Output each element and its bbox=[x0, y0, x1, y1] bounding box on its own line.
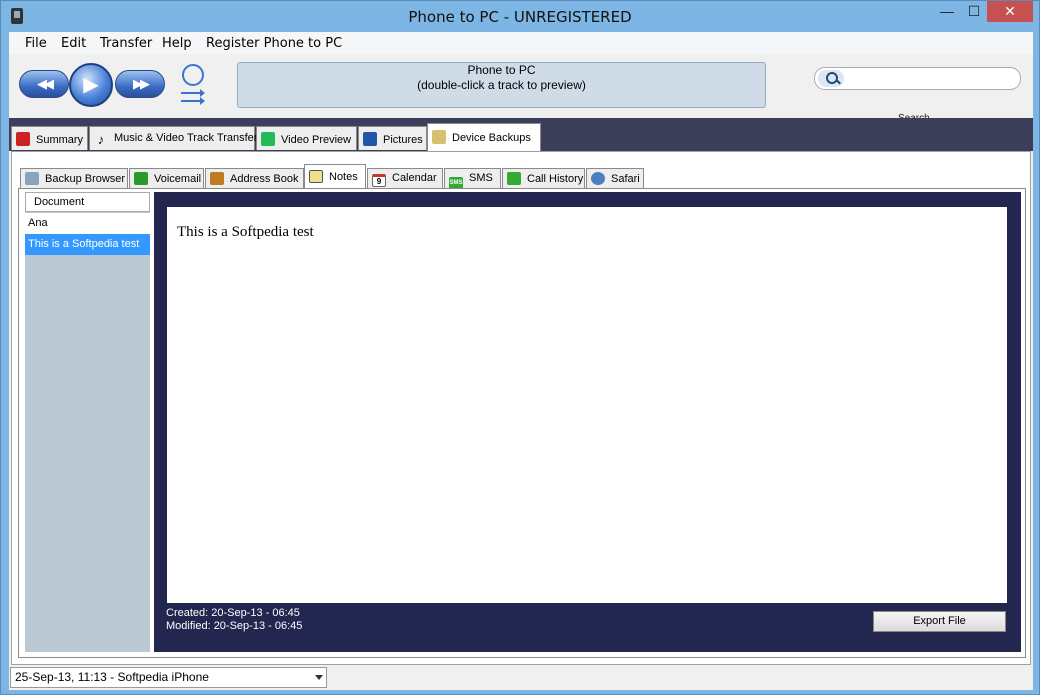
play-button[interactable]: ▶ bbox=[69, 63, 113, 107]
modified-date: Modified: 20-Sep-13 - 06:45 bbox=[166, 620, 303, 632]
film-icon bbox=[261, 132, 275, 146]
music-note-icon: ♪ bbox=[97, 132, 105, 147]
menu-help[interactable]: Help bbox=[162, 36, 192, 51]
tab-label: Voicemail bbox=[154, 173, 202, 185]
tab-sms[interactable]: SMS SMS bbox=[444, 168, 501, 190]
list-item-selected[interactable]: This is a Softpedia test bbox=[25, 234, 150, 255]
notes-list[interactable]: Document Ana This is a Softpedia test bbox=[25, 192, 150, 652]
voicemail-icon bbox=[134, 172, 148, 185]
summary-icon bbox=[16, 132, 30, 146]
tab-call-history[interactable]: Call History bbox=[502, 168, 585, 188]
tab-music-video-transfer[interactable]: ♪ Music & Video Track Transfer bbox=[89, 126, 258, 150]
tab-notes[interactable]: Notes bbox=[304, 164, 366, 188]
sub-tab-bar: Backup Browser Voicemail Address Book No… bbox=[18, 164, 1026, 190]
backup-folder-icon bbox=[432, 130, 446, 144]
minimize-button[interactable]: — bbox=[934, 1, 960, 22]
next-track-button[interactable]: ▶▶ bbox=[115, 70, 165, 98]
note-text: This is a Softpedia test bbox=[177, 224, 314, 240]
sync-icon[interactable] bbox=[181, 62, 205, 106]
note-content-area[interactable]: This is a Softpedia test bbox=[167, 207, 1007, 603]
tab-label: SMS bbox=[469, 172, 493, 184]
device-selector[interactable]: 25-Sep-13, 11:13 - Softpedia iPhone bbox=[10, 667, 327, 688]
created-date: Created: 20-Sep-13 - 06:45 bbox=[166, 607, 300, 619]
tab-label: Summary bbox=[36, 134, 84, 146]
status-bar: 25-Sep-13, 11:13 - Softpedia iPhone bbox=[9, 665, 1033, 690]
tab-label: Address Book bbox=[230, 173, 299, 185]
tab-label: Call History bbox=[527, 173, 584, 185]
tab-device-backups[interactable]: Device Backups bbox=[427, 123, 541, 151]
tab-calendar[interactable]: 9 Calendar bbox=[367, 168, 443, 188]
search-box[interactable] bbox=[814, 67, 1021, 90]
tab-safari[interactable]: Safari bbox=[586, 168, 644, 188]
main-tab-bar: Summary ♪ Music & Video Track Transfer Vi… bbox=[9, 118, 1033, 151]
tab-label: Calendar bbox=[392, 172, 437, 184]
display-title: Phone to PC bbox=[467, 63, 536, 77]
tab-label: Pictures bbox=[383, 134, 423, 146]
tab-label: Music & Video Track Transfer bbox=[114, 132, 258, 144]
tab-pictures[interactable]: Pictures bbox=[358, 126, 427, 150]
tab-label: Backup Browser bbox=[45, 173, 126, 185]
phone-icon bbox=[507, 172, 521, 185]
chevron-down-icon[interactable] bbox=[315, 675, 323, 680]
tab-label: Safari bbox=[611, 173, 640, 185]
document-column-header[interactable]: Document bbox=[25, 192, 150, 212]
tab-voicemail[interactable]: Voicemail bbox=[129, 168, 204, 188]
app-window: Phone to PC - UNREGISTERED — ☐ ✕ File Ed… bbox=[0, 0, 1040, 695]
address-book-icon bbox=[210, 172, 224, 185]
display-hint: (double-click a track to preview) bbox=[417, 78, 586, 92]
close-button[interactable]: ✕ bbox=[987, 1, 1033, 22]
note-viewer: This is a Softpedia test Created: 20-Sep… bbox=[154, 192, 1021, 652]
window-title: Phone to PC - UNREGISTERED bbox=[408, 8, 632, 26]
sync-arrow-bottom bbox=[181, 97, 205, 105]
tab-address-book[interactable]: Address Book bbox=[205, 168, 304, 188]
tab-label: Video Preview bbox=[281, 134, 352, 146]
transport-controls: ◀◀ ▶▶ ▶ bbox=[19, 63, 167, 107]
sync-arrow-top bbox=[181, 89, 205, 97]
tab-label: Notes bbox=[329, 171, 358, 183]
menu-transfer[interactable]: Transfer bbox=[100, 36, 152, 51]
title-bar[interactable]: Phone to PC - UNREGISTERED — ☐ ✕ bbox=[1, 1, 1039, 32]
pictures-icon bbox=[363, 132, 377, 146]
note-metadata: Created: 20-Sep-13 - 06:45 Modified: 20-… bbox=[166, 607, 302, 633]
folder-icon bbox=[25, 172, 39, 185]
notes-icon bbox=[309, 170, 323, 183]
sync-circle bbox=[182, 64, 204, 86]
menu-bar: File Edit Transfer Help Register Phone t… bbox=[9, 32, 1033, 54]
device-selector-value: 25-Sep-13, 11:13 - Softpedia iPhone bbox=[15, 670, 209, 684]
search-icon[interactable] bbox=[818, 70, 844, 87]
toolbar: ◀◀ ▶▶ ▶ Phone to PC (double-click a trac… bbox=[9, 54, 1033, 124]
menu-edit[interactable]: Edit bbox=[61, 36, 86, 51]
menu-register[interactable]: Register Phone to PC bbox=[206, 36, 342, 51]
maximize-button[interactable]: ☐ bbox=[961, 1, 987, 22]
tab-video-preview[interactable]: Video Preview bbox=[256, 126, 357, 150]
notes-panel: Document Ana This is a Softpedia test Th… bbox=[18, 188, 1026, 658]
previous-track-button[interactable]: ◀◀ bbox=[19, 70, 69, 98]
export-file-button[interactable]: Export File bbox=[873, 611, 1006, 632]
tab-backup-browser[interactable]: Backup Browser bbox=[20, 168, 128, 188]
calendar-icon: 9 bbox=[372, 174, 386, 187]
tab-label: Device Backups bbox=[452, 132, 531, 144]
search-input[interactable] bbox=[847, 70, 1015, 87]
safari-icon bbox=[591, 172, 605, 185]
list-item[interactable]: Ana bbox=[25, 213, 150, 234]
device-backups-panel: Backup Browser Voicemail Address Book No… bbox=[11, 151, 1031, 665]
tab-summary[interactable]: Summary bbox=[11, 126, 88, 150]
menu-file[interactable]: File bbox=[25, 36, 47, 51]
client-area: File Edit Transfer Help Register Phone t… bbox=[9, 32, 1033, 690]
track-display[interactable]: Phone to PC (double-click a track to pre… bbox=[237, 62, 766, 108]
